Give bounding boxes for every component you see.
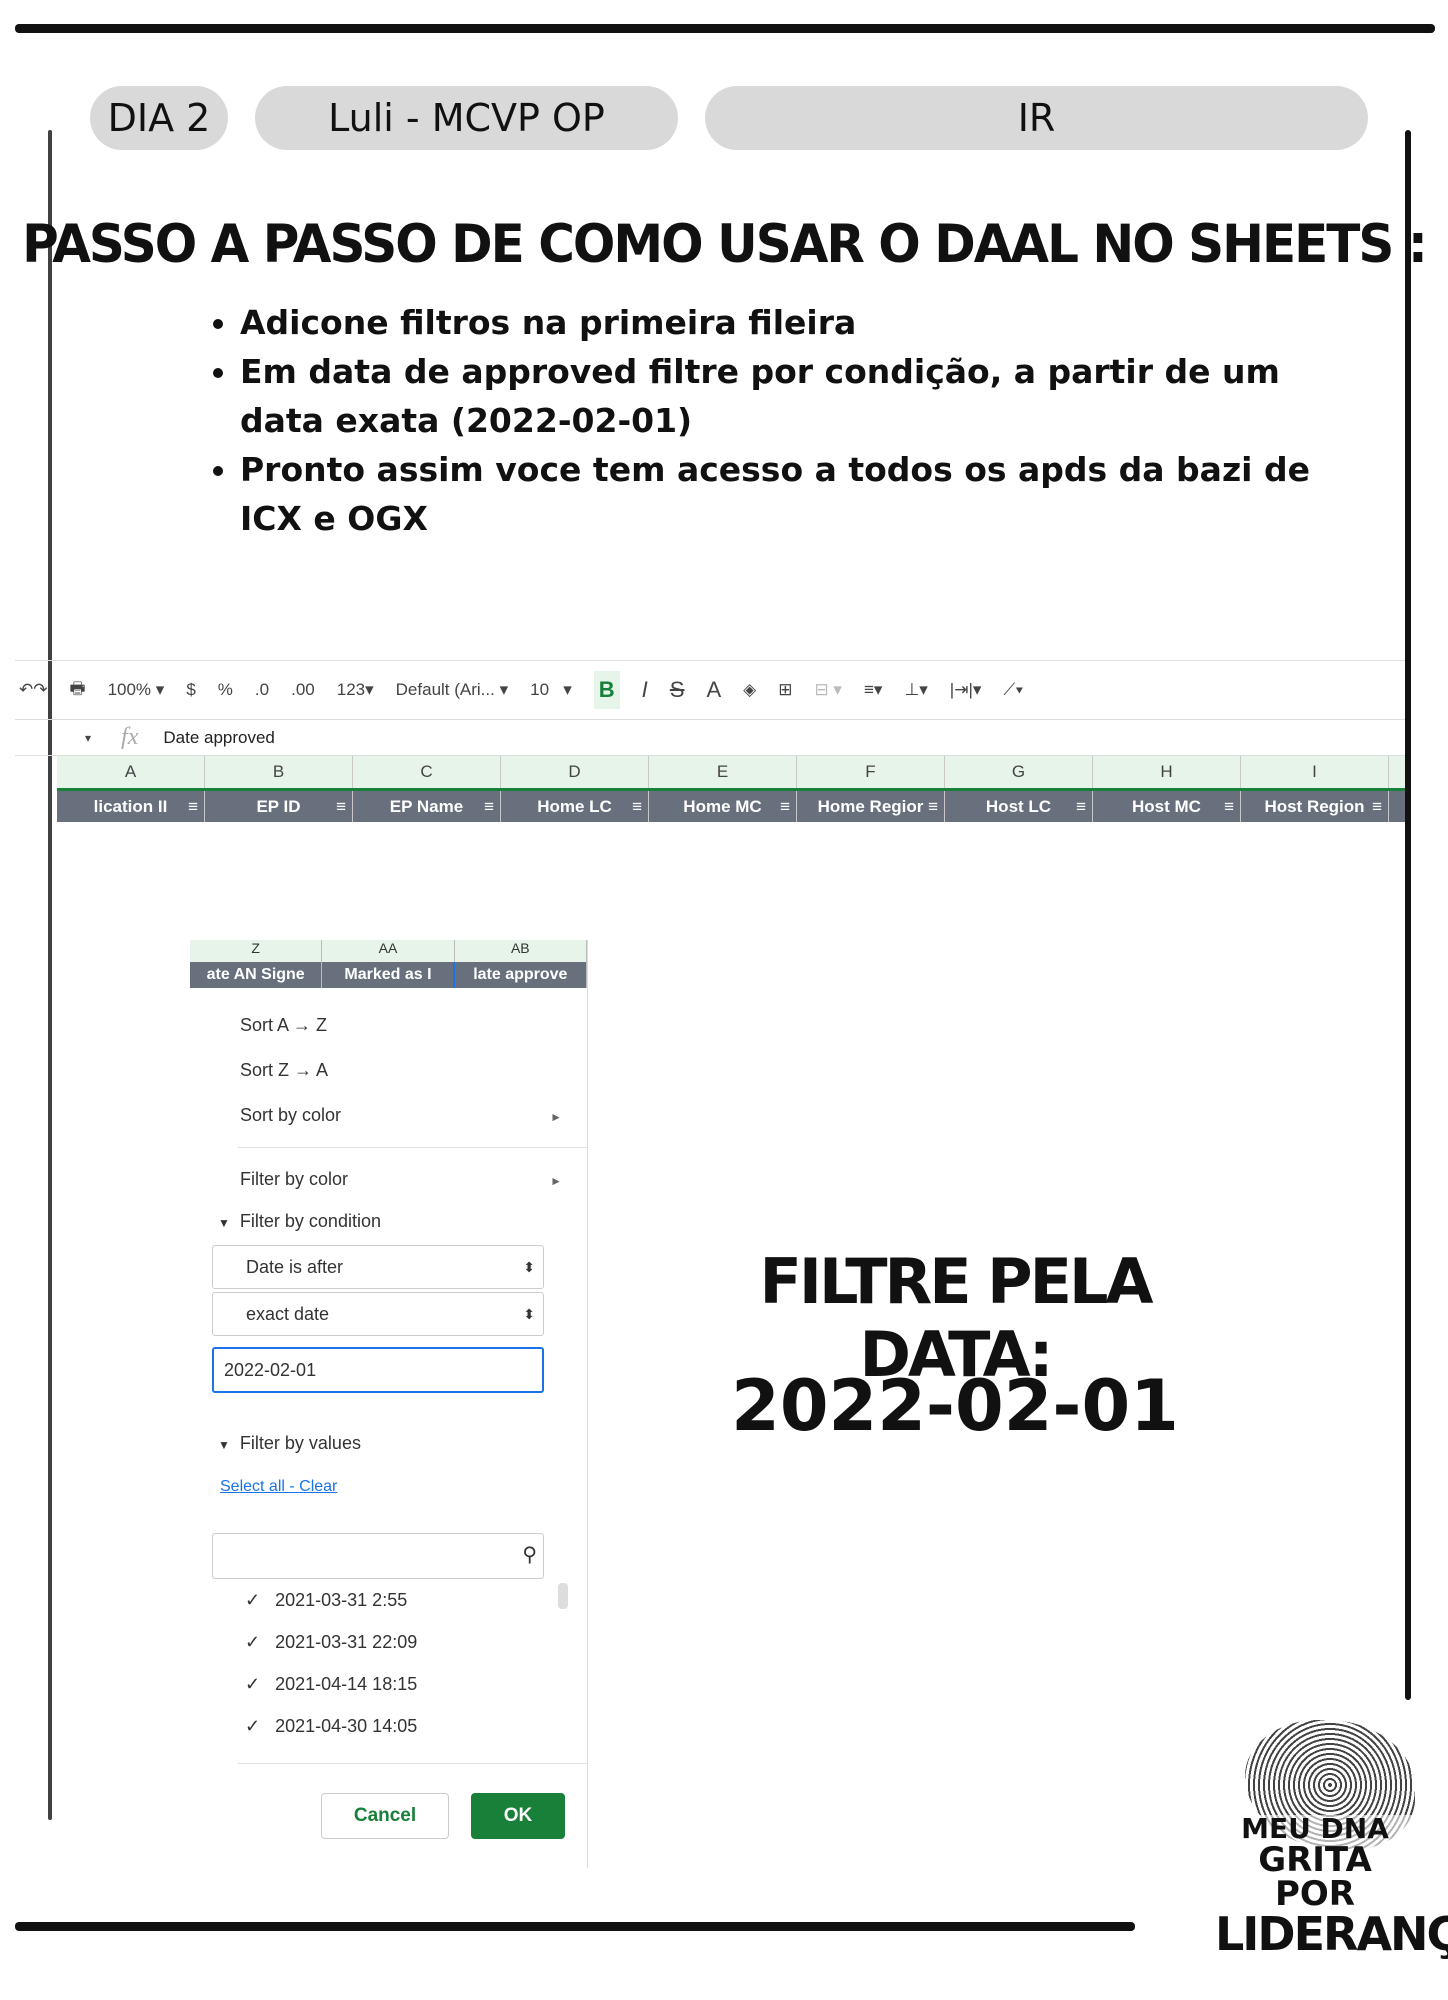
column-header[interactable]: I (1241, 756, 1389, 788)
valign-icon[interactable]: ⊥▾ (904, 680, 927, 700)
zoom-select[interactable]: 100% ▾ (108, 680, 165, 700)
steps-list: Adicone filtros na primeira fileira Em d… (210, 298, 1310, 543)
format-select[interactable]: 123▾ (337, 680, 374, 700)
submenu-arrow-icon: ► (550, 1174, 562, 1188)
header-cell[interactable]: Host MC (1093, 791, 1241, 822)
header-cell[interactable]: Home Regior (797, 791, 945, 822)
increase-decimal-button[interactable]: .00 (291, 680, 315, 700)
column-header[interactable]: E (649, 756, 797, 788)
check-icon: ✓ (245, 1632, 261, 1652)
header-cell[interactable]: ate AN Signe (190, 962, 323, 988)
caret-down-icon: ▼ (218, 1438, 230, 1452)
value-item[interactable]: ✓ 2021-03-31 2:55 (245, 1590, 407, 1611)
rotate-icon[interactable]: ⟋▾ (1003, 680, 1023, 700)
right-border (1405, 130, 1411, 1700)
callout-date: 2022-02-01 (731, 1365, 1179, 1447)
submenu-arrow-icon: ► (550, 1110, 562, 1124)
sheets-screenshot: ↶↷ 🖶 100% ▾ $ % .0 .00 123▾ Default (Ari… (15, 650, 1405, 835)
column-header[interactable]: A (57, 756, 205, 788)
bold-button[interactable]: B (593, 671, 620, 709)
formula-bar: ▾ fx Date approved (15, 720, 1405, 756)
filter-panel: Z AA AB ate AN Signe Marked as I late ap… (190, 940, 588, 1868)
updown-icon: ⬍ (523, 1306, 535, 1322)
value-item[interactable]: ✓ 2021-04-14 18:15 (245, 1674, 417, 1695)
filter-by-values-toggle[interactable]: ▼ Filter by values (218, 1433, 361, 1454)
updown-icon: ⬍ (523, 1259, 535, 1275)
author-pill: Luli - MCVP OP (255, 86, 678, 150)
clear-link[interactable]: Clear (299, 1478, 337, 1495)
header-cell[interactable]: Home MC (649, 791, 797, 822)
value-item[interactable]: ✓ 2021-03-31 22:09 (245, 1632, 417, 1653)
column-header[interactable]: D (501, 756, 649, 788)
header-cell[interactable]: EP Name (353, 791, 501, 822)
merge-icon[interactable]: ⊟ ▾ (814, 680, 842, 700)
scrollbar[interactable] (558, 1583, 568, 1609)
top-border (15, 24, 1435, 33)
search-icon: ⚲ (522, 1544, 537, 1566)
currency-button[interactable]: $ (186, 680, 195, 700)
header-cell[interactable]: Marked as I (322, 962, 455, 988)
day-pill: DIA 2 (90, 86, 228, 150)
check-icon: ✓ (245, 1590, 261, 1610)
check-icon: ✓ (245, 1716, 261, 1736)
column-header[interactable]: Z (190, 940, 323, 962)
step: Pronto assim voce tem acesso a todos os … (240, 445, 1310, 543)
toolbar: ↶↷ 🖶 100% ▾ $ % .0 .00 123▾ Default (Ari… (15, 660, 1405, 720)
select-all-link[interactable]: Select all (220, 1478, 285, 1495)
strikethrough-button[interactable]: S (670, 677, 685, 703)
ok-button[interactable]: OK (471, 1793, 565, 1839)
align-icon[interactable]: ≡▾ (864, 680, 882, 700)
value-item[interactable]: ✓ 2021-04-30 14:05 (245, 1716, 417, 1737)
topic-pill: IR (705, 86, 1368, 150)
formula-input[interactable]: Date approved (163, 728, 275, 748)
condition-select[interactable]: Date is after ⬍ (212, 1245, 544, 1289)
header-cell[interactable]: lication II (57, 791, 205, 822)
column-header[interactable]: AA (322, 940, 455, 962)
name-box-dropdown[interactable]: ▾ (85, 731, 91, 745)
undo-redo-icon[interactable]: ↶↷ (19, 680, 48, 700)
column-header[interactable]: C (353, 756, 501, 788)
caret-down-icon: ▼ (218, 1216, 230, 1230)
data-header-row: lication II EP ID EP Name Home LC Home M… (57, 788, 1405, 822)
sort-za-item[interactable]: Sort Z → A (240, 1060, 328, 1081)
borders-icon[interactable]: ⊞ (778, 680, 792, 700)
column-header[interactable]: G (945, 756, 1093, 788)
fx-icon: fx (121, 724, 139, 750)
header-cell[interactable]: EP ID (205, 791, 353, 822)
column-header[interactable]: H (1093, 756, 1241, 788)
logo: MEU DNAGRITA PORLIDERANÇA (1185, 1720, 1448, 1957)
values-search-input[interactable]: ⚲ (212, 1533, 544, 1579)
header-cell[interactable]: plica (1389, 791, 1405, 822)
header-cell[interactable]: late approve (452, 962, 587, 988)
fill-color-icon[interactable]: ◈ (743, 680, 756, 700)
header-cell[interactable]: Host Region (1241, 791, 1389, 822)
text-color-button[interactable]: A (706, 677, 721, 703)
filter-by-color-item[interactable]: Filter by color (240, 1169, 348, 1190)
italic-button[interactable]: I (642, 677, 648, 703)
column-header[interactable]: B (205, 756, 353, 788)
cancel-button[interactable]: Cancel (321, 1793, 449, 1839)
column-header[interactable]: F (797, 756, 945, 788)
header-cell[interactable]: Home LC (501, 791, 649, 822)
wrap-icon[interactable]: |⇥|▾ (950, 680, 982, 700)
step: Em data de approved filtre por condição,… (240, 347, 1310, 445)
sort-by-color-item[interactable]: Sort by color (240, 1105, 341, 1126)
sort-az-item[interactable]: Sort A → Z (240, 1015, 327, 1036)
date-type-select[interactable]: exact date ⬍ (212, 1292, 544, 1336)
percent-button[interactable]: % (218, 680, 233, 700)
check-icon: ✓ (245, 1674, 261, 1694)
header-cell[interactable]: Host LC (945, 791, 1093, 822)
step: Adicone filtros na primeira fileira (240, 298, 1310, 347)
column-headers: A B C D E F G H I (57, 756, 1405, 788)
date-value-input[interactable]: 2022-02-01 (212, 1347, 544, 1393)
column-header[interactable]: AB (455, 940, 587, 962)
filter-by-condition-toggle[interactable]: ▼ Filter by condition (218, 1211, 381, 1232)
print-icon[interactable]: 🖶 (70, 676, 86, 705)
decrease-decimal-button[interactable]: .0 (255, 680, 269, 700)
bottom-border (15, 1922, 1135, 1931)
font-size-select[interactable]: 10 ▾ (530, 680, 572, 700)
page-title: PASSO A PASSO DE COMO USAR O DAAL NO SHE… (22, 213, 1428, 275)
font-select[interactable]: Default (Ari... ▾ (396, 680, 508, 700)
left-border (48, 130, 52, 1820)
